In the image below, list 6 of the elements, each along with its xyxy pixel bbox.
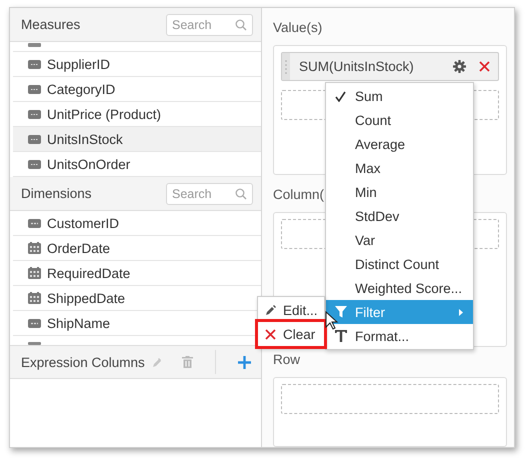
section-title: Expression Columns — [21, 354, 146, 370]
drop-area-label: Value(s) — [273, 20, 322, 38]
drop-area-label: Column( — [273, 187, 324, 204]
section-title: Dimensions — [21, 186, 92, 201]
drop-area-label: Row — [273, 352, 300, 370]
section-title: Measures — [21, 17, 80, 32]
